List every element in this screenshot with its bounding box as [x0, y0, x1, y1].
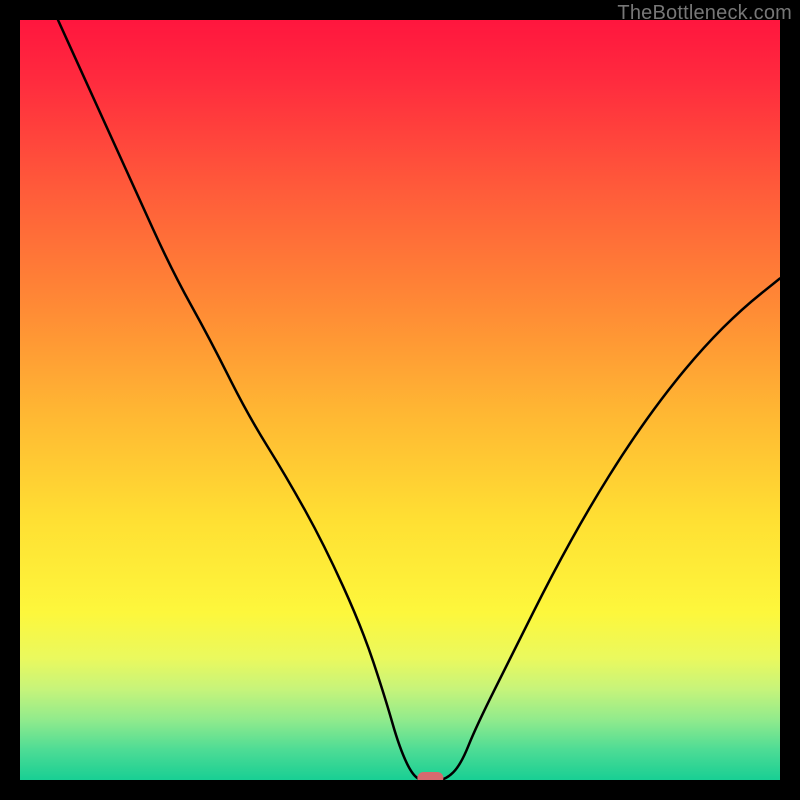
- bottleneck-curve: [20, 20, 780, 780]
- minimum-marker: [417, 772, 443, 780]
- curve-path: [58, 20, 780, 780]
- watermark-label: TheBottleneck.com: [617, 2, 792, 25]
- plot-area: [20, 20, 780, 780]
- chart-frame: TheBottleneck.com: [0, 0, 800, 800]
